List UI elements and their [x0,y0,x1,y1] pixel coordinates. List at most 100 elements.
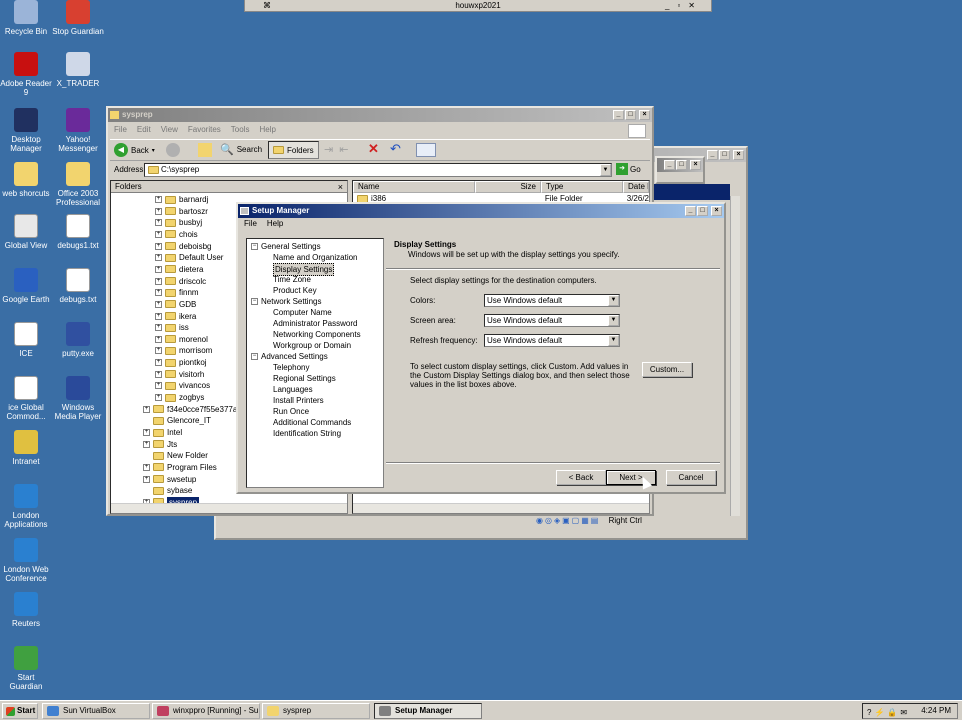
tree-folder[interactable]: + dietera [155,264,203,275]
move-copy-icons[interactable]: ⇥⇤ [324,143,354,156]
expand-icon[interactable]: + [155,324,162,332]
vm-device-icons[interactable]: ◉◎◈▣▢▦▤ [536,516,600,525]
expand-icon[interactable]: + [143,405,150,413]
tree-group[interactable]: − General Settings [251,241,321,252]
expand-icon[interactable]: + [155,254,162,262]
tree-folder[interactable]: + driscolc [155,276,206,287]
start-button[interactable]: Start [2,703,38,719]
tree-folder[interactable]: + f34e0cce7f55e377afc [143,404,244,415]
expand-icon[interactable]: + [155,335,162,343]
tree-group[interactable]: − Network Settings [251,296,321,307]
taskbar-item-sysprep[interactable]: sysprep [262,703,370,719]
tree-folder[interactable]: + Intel [143,427,182,438]
column-size[interactable]: Size [475,181,541,193]
tray-icons[interactable]: ?⚡🔒✉ [867,706,910,720]
desktop-icon[interactable]: Global View [0,214,52,250]
pin-icon[interactable]: ⌘ [263,0,271,11]
tree-folder[interactable]: + morenol [155,334,208,345]
settings-tree[interactable]: − General Settings Name and Organization Di… [246,238,384,488]
desktop-icon[interactable]: Office 2003 Professional [52,162,104,207]
tree-page[interactable]: Networking Components [273,329,361,340]
tree-folder[interactable]: + Default User [155,252,223,263]
up-folder-icon[interactable] [198,143,212,157]
tree-page[interactable]: Run Once [273,406,309,417]
tree-page[interactable]: Identification String [273,428,341,439]
desktop-icon[interactable]: Yahoo! Messenger [52,108,104,153]
column-date[interactable]: Date M [623,181,649,193]
tree-folder[interactable]: + iss [155,322,189,333]
tree-folder[interactable]: + busbyj [155,217,202,228]
expand-icon[interactable]: + [155,207,162,215]
desktop-icon[interactable]: ice Global Commod... [0,376,52,421]
desktop-icon[interactable]: Recycle Bin [0,0,52,36]
tree-folder[interactable]: + finnm [155,287,199,298]
desktop-icon[interactable]: Intranet [0,430,52,466]
expand-icon[interactable]: + [143,440,150,448]
tree-folder[interactable]: sybase [143,485,192,496]
expand-icon[interactable]: + [143,429,150,436]
taskbar-item-setup-manager[interactable]: Setup Manager [374,703,482,719]
expand-icon[interactable]: + [155,300,162,308]
desktop-icon[interactable]: X_TRADER [52,52,104,88]
forward-button[interactable] [166,143,180,157]
tree-folder[interactable]: + swsetup [143,474,196,485]
close-icon[interactable]: × [639,110,650,120]
expand-icon[interactable]: + [155,359,162,367]
dropdown-arrow-icon[interactable]: ▼ [600,164,611,176]
tree-folder[interactable]: + barnardj [155,194,208,205]
taskbar-item-virtualbox[interactable]: Sun VirtualBox [42,703,150,719]
go-button[interactable]: ➜ Go [616,163,641,175]
address-input[interactable]: C:\sysprep ▼ [144,163,612,177]
views-icon[interactable] [416,143,436,157]
refresh-frequency-select[interactable]: Use Windows default ▼ [484,334,620,347]
menu-item[interactable]: Edit [137,122,151,138]
colors-select[interactable]: Use Windows default ▼ [484,294,620,307]
tree-folder[interactable]: + piontkoj [155,357,207,368]
back-button[interactable]: < Back [556,470,606,485]
tree-page[interactable]: Languages [273,384,313,395]
expand-icon[interactable]: + [155,394,162,402]
column-name[interactable]: Name [353,181,475,193]
tree-folder[interactable]: Glencore_IT [143,415,211,426]
desktop-icon[interactable]: Adobe Reader 9 [0,52,52,97]
close-icon[interactable]: × [711,206,722,216]
tree-page[interactable]: Workgroup or Domain [273,340,351,351]
tree-folder[interactable]: + deboisbg [155,241,211,252]
expand-icon[interactable]: + [155,196,162,203]
tree-folder[interactable]: + Program Files [143,462,217,473]
tree-page[interactable]: Time Zone [273,274,311,285]
vm-window-controls[interactable]: _▫✕ [665,0,703,11]
menu-item[interactable]: Favorites [188,122,221,138]
maximize-icon[interactable]: □ [697,206,708,216]
tree-page[interactable]: Computer Name [273,307,332,318]
tree-page[interactable]: Name and Organization [273,252,358,263]
expand-icon[interactable]: + [155,382,162,390]
collapse-icon[interactable]: − [251,298,258,305]
tree-folder[interactable]: + vivancos [155,380,210,391]
delete-icon[interactable]: ✕ [368,141,379,157]
expand-icon[interactable]: + [143,475,150,483]
back-button[interactable]: ◀ Back ▾ [114,143,155,157]
expand-icon[interactable]: + [155,347,162,355]
menu-item[interactable]: Tools [231,122,250,138]
expand-icon[interactable]: + [155,242,162,250]
screen-area-select[interactable]: Use Windows default ▼ [484,314,620,327]
desktop-icon[interactable]: Windows Media Player [52,376,104,421]
menu-item[interactable]: File [114,122,127,138]
minimize-icon[interactable]: _ [707,150,718,160]
minimize-icon[interactable]: _ [613,110,624,120]
expand-icon[interactable]: + [155,265,162,273]
explorer-titlebar[interactable]: sysprep _ □ × [108,108,652,122]
tree-page[interactable]: Product Key [273,285,317,296]
expand-icon[interactable]: + [155,277,162,285]
desktop-icon[interactable]: London Applications [0,484,52,529]
tree-page[interactable]: Administrator Password [273,318,357,329]
menu-item[interactable]: Help [259,122,275,138]
file-list-hscrollbar[interactable] [353,503,649,513]
cancel-button[interactable]: Cancel [666,470,716,485]
maximize-icon[interactable]: □ [719,150,730,160]
tree-folder[interactable]: + GDB [155,299,196,310]
collapse-icon[interactable]: − [251,243,258,250]
tree-page[interactable]: Telephony [273,362,309,373]
expand-icon[interactable]: + [155,370,162,378]
